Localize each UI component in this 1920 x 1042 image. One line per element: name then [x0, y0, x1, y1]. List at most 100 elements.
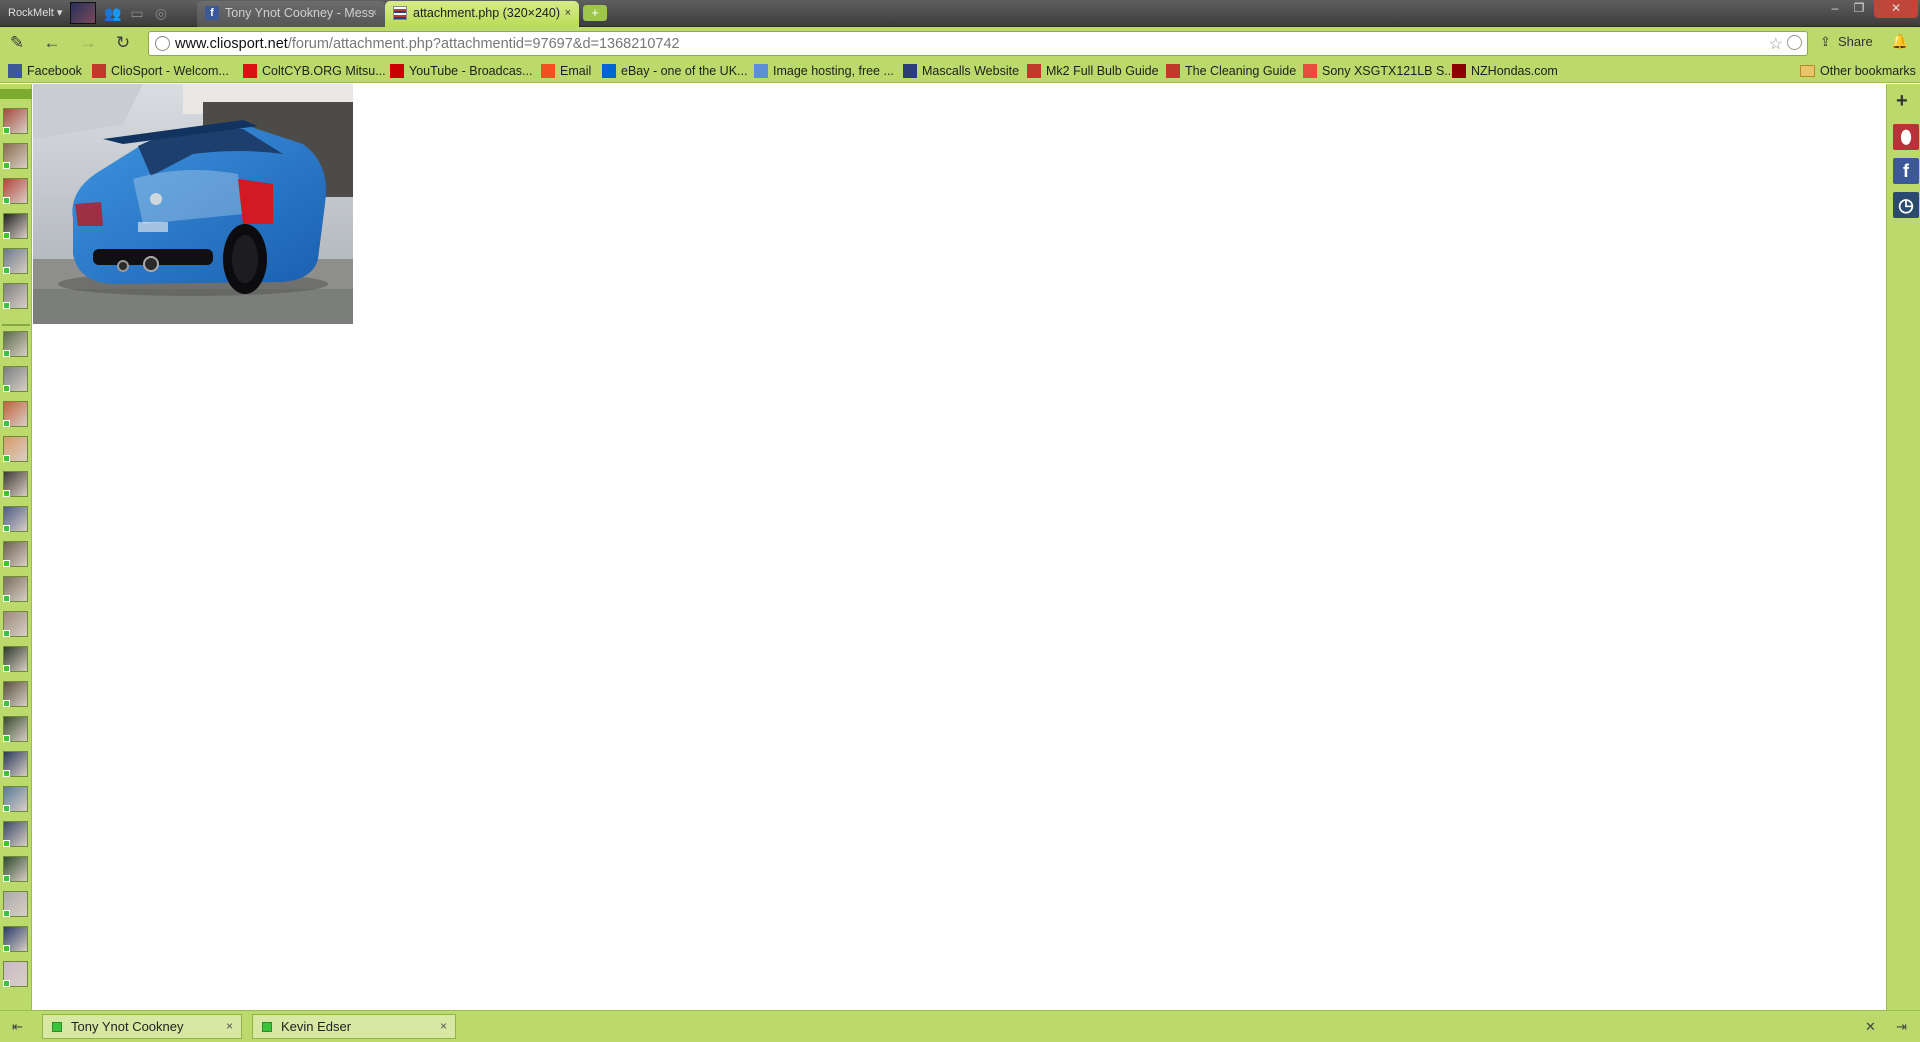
friend-avatar[interactable]: [3, 681, 28, 707]
chat-close-icon[interactable]: ×: [226, 1015, 233, 1038]
bookmark-favicon-icon: [602, 64, 616, 78]
chat-close-icon[interactable]: ×: [440, 1015, 447, 1038]
friend-avatar[interactable]: [3, 506, 28, 532]
bookmark-favicon-icon: [754, 64, 768, 78]
online-status-icon: [3, 302, 10, 309]
forward-button[interactable]: →: [76, 32, 100, 54]
online-status-icon: [3, 162, 10, 169]
tab-close-icon[interactable]: ×: [565, 1, 571, 25]
close-window-button[interactable]: ✕: [1874, 0, 1918, 18]
bookmark-favicon-icon: [1452, 64, 1466, 78]
history-clock-icon[interactable]: [1787, 35, 1802, 50]
bookmark-star-icon[interactable]: ☆: [1769, 34, 1783, 54]
online-status-icon: [3, 700, 10, 707]
friend-avatar[interactable]: [3, 576, 28, 602]
add-app-icon[interactable]: +: [1896, 90, 1908, 113]
minimize-button[interactable]: –: [1824, 0, 1846, 18]
online-status-icon: [3, 910, 10, 917]
page-info-icon[interactable]: [155, 36, 170, 51]
friend-avatar[interactable]: [3, 821, 28, 847]
facebook-app-icon[interactable]: f: [1893, 158, 1919, 184]
friend-avatar[interactable]: [3, 541, 28, 567]
friend-avatar[interactable]: [3, 646, 28, 672]
chat-tab-kevin[interactable]: Kevin Edser ×: [252, 1014, 456, 1039]
online-status-icon: [3, 420, 10, 427]
attachment-image[interactable]: [33, 84, 353, 324]
bookmarks-bar: Other bookmarks Facebook ClioSport - Welc…: [0, 59, 1920, 83]
share-button[interactable]: ⇪ Share: [1820, 34, 1873, 50]
friend-avatar[interactable]: [3, 213, 28, 239]
bookmark-item[interactable]: Image hosting, free ...: [754, 62, 894, 80]
friend-avatar[interactable]: [3, 366, 28, 392]
tab-title: attachment.php (320×240): [413, 6, 560, 20]
restore-button[interactable]: ❐: [1848, 0, 1870, 18]
url-text[interactable]: www.cliosport.net/forum/attachment.php?a…: [175, 35, 680, 53]
online-status-icon: [3, 385, 10, 392]
tab-title: Tony Ynot Cookney - Mess: [225, 6, 375, 20]
bookmark-favicon-icon: [1166, 64, 1180, 78]
friend-avatar[interactable]: [3, 856, 28, 882]
bookmark-label: eBay - one of the UK...: [621, 64, 748, 78]
bookmark-item[interactable]: The Cleaning Guide: [1166, 62, 1296, 80]
bookmark-item[interactable]: YouTube - Broadcas...: [390, 62, 532, 80]
rockmelt-menu[interactable]: RockMelt ▾: [4, 4, 66, 22]
compose-icon[interactable]: ✎: [5, 32, 29, 54]
online-status-icon: [3, 735, 10, 742]
messages-icon[interactable]: ▭: [128, 4, 146, 22]
tab-attachment[interactable]: attachment.php (320×240) ×: [385, 1, 579, 27]
online-status-icon: [3, 945, 10, 952]
friend-avatar[interactable]: [3, 436, 28, 462]
friend-avatar[interactable]: [3, 926, 28, 952]
bookmark-item[interactable]: Sony XSGTX121LB S...: [1303, 62, 1455, 80]
bookmark-item[interactable]: ColtCYB.ORG Mitsu...: [243, 62, 386, 80]
page-favicon-icon: [393, 6, 407, 20]
friend-avatar[interactable]: [3, 961, 28, 987]
friend-avatar[interactable]: [3, 143, 28, 169]
friend-avatar[interactable]: [3, 891, 28, 917]
rail-collapse-handle[interactable]: [0, 89, 32, 99]
online-status-icon: [3, 630, 10, 637]
friend-avatar[interactable]: [3, 716, 28, 742]
bookmark-favicon-icon: [541, 64, 555, 78]
online-status-icon: [3, 267, 10, 274]
reload-button[interactable]: ↻: [111, 32, 135, 54]
friend-avatar[interactable]: [3, 611, 28, 637]
globe-icon[interactable]: ◎: [152, 4, 170, 22]
rockmelt-app-icon[interactable]: ⬮: [1893, 124, 1919, 150]
friends-icon[interactable]: 👥: [104, 4, 122, 22]
friend-avatar[interactable]: [3, 751, 28, 777]
friends-rail: [0, 84, 32, 1010]
chat-tab-tony[interactable]: Tony Ynot Cookney ×: [42, 1014, 242, 1039]
bookmark-item[interactable]: ClioSport - Welcom...: [92, 62, 229, 80]
new-tab-button[interactable]: +: [583, 5, 607, 21]
bookmark-item[interactable]: eBay - one of the UK...: [602, 62, 747, 80]
friend-avatar[interactable]: [3, 331, 28, 357]
friend-avatar[interactable]: [3, 786, 28, 812]
bookmark-item[interactable]: Facebook: [8, 62, 82, 80]
history-app-icon[interactable]: ◷: [1893, 192, 1919, 218]
apps-rail: + ⬮ f ◷: [1886, 84, 1920, 1010]
friend-avatar[interactable]: [3, 401, 28, 427]
friend-avatar[interactable]: [3, 248, 28, 274]
back-button[interactable]: ←: [40, 32, 64, 54]
address-bar[interactable]: www.cliosport.net/forum/attachment.php?a…: [148, 31, 1808, 56]
tab-facebook-messages[interactable]: f Tony Ynot Cookney - Mess ×: [197, 1, 385, 27]
tab-close-icon[interactable]: ×: [371, 1, 377, 25]
collapse-left-icon[interactable]: ⇤: [12, 1019, 23, 1035]
bookmark-item[interactable]: NZHondas.com: [1452, 62, 1558, 80]
friend-avatar[interactable]: [3, 283, 28, 309]
friend-avatar[interactable]: [3, 471, 28, 497]
share-icon: ⇪: [1820, 34, 1831, 49]
friend-avatar[interactable]: [3, 178, 28, 204]
notifications-bell-icon[interactable]: 🔔: [1891, 33, 1908, 50]
collapse-right-icon[interactable]: ⇥: [1896, 1019, 1907, 1035]
close-all-chats-icon[interactable]: ✕: [1865, 1019, 1876, 1035]
bookmark-label: Image hosting, free ...: [773, 64, 894, 78]
user-avatar[interactable]: [70, 2, 96, 24]
chat-bar: ⇤ Tony Ynot Cookney × Kevin Edser × ✕ ⇥: [0, 1010, 1920, 1042]
bookmark-item[interactable]: Mk2 Full Bulb Guide: [1027, 62, 1159, 80]
bookmark-item[interactable]: Email: [541, 62, 591, 80]
bookmark-item[interactable]: Mascalls Website: [903, 62, 1019, 80]
other-bookmarks-folder[interactable]: Other bookmarks: [1800, 62, 1916, 80]
friend-avatar[interactable]: [3, 108, 28, 134]
